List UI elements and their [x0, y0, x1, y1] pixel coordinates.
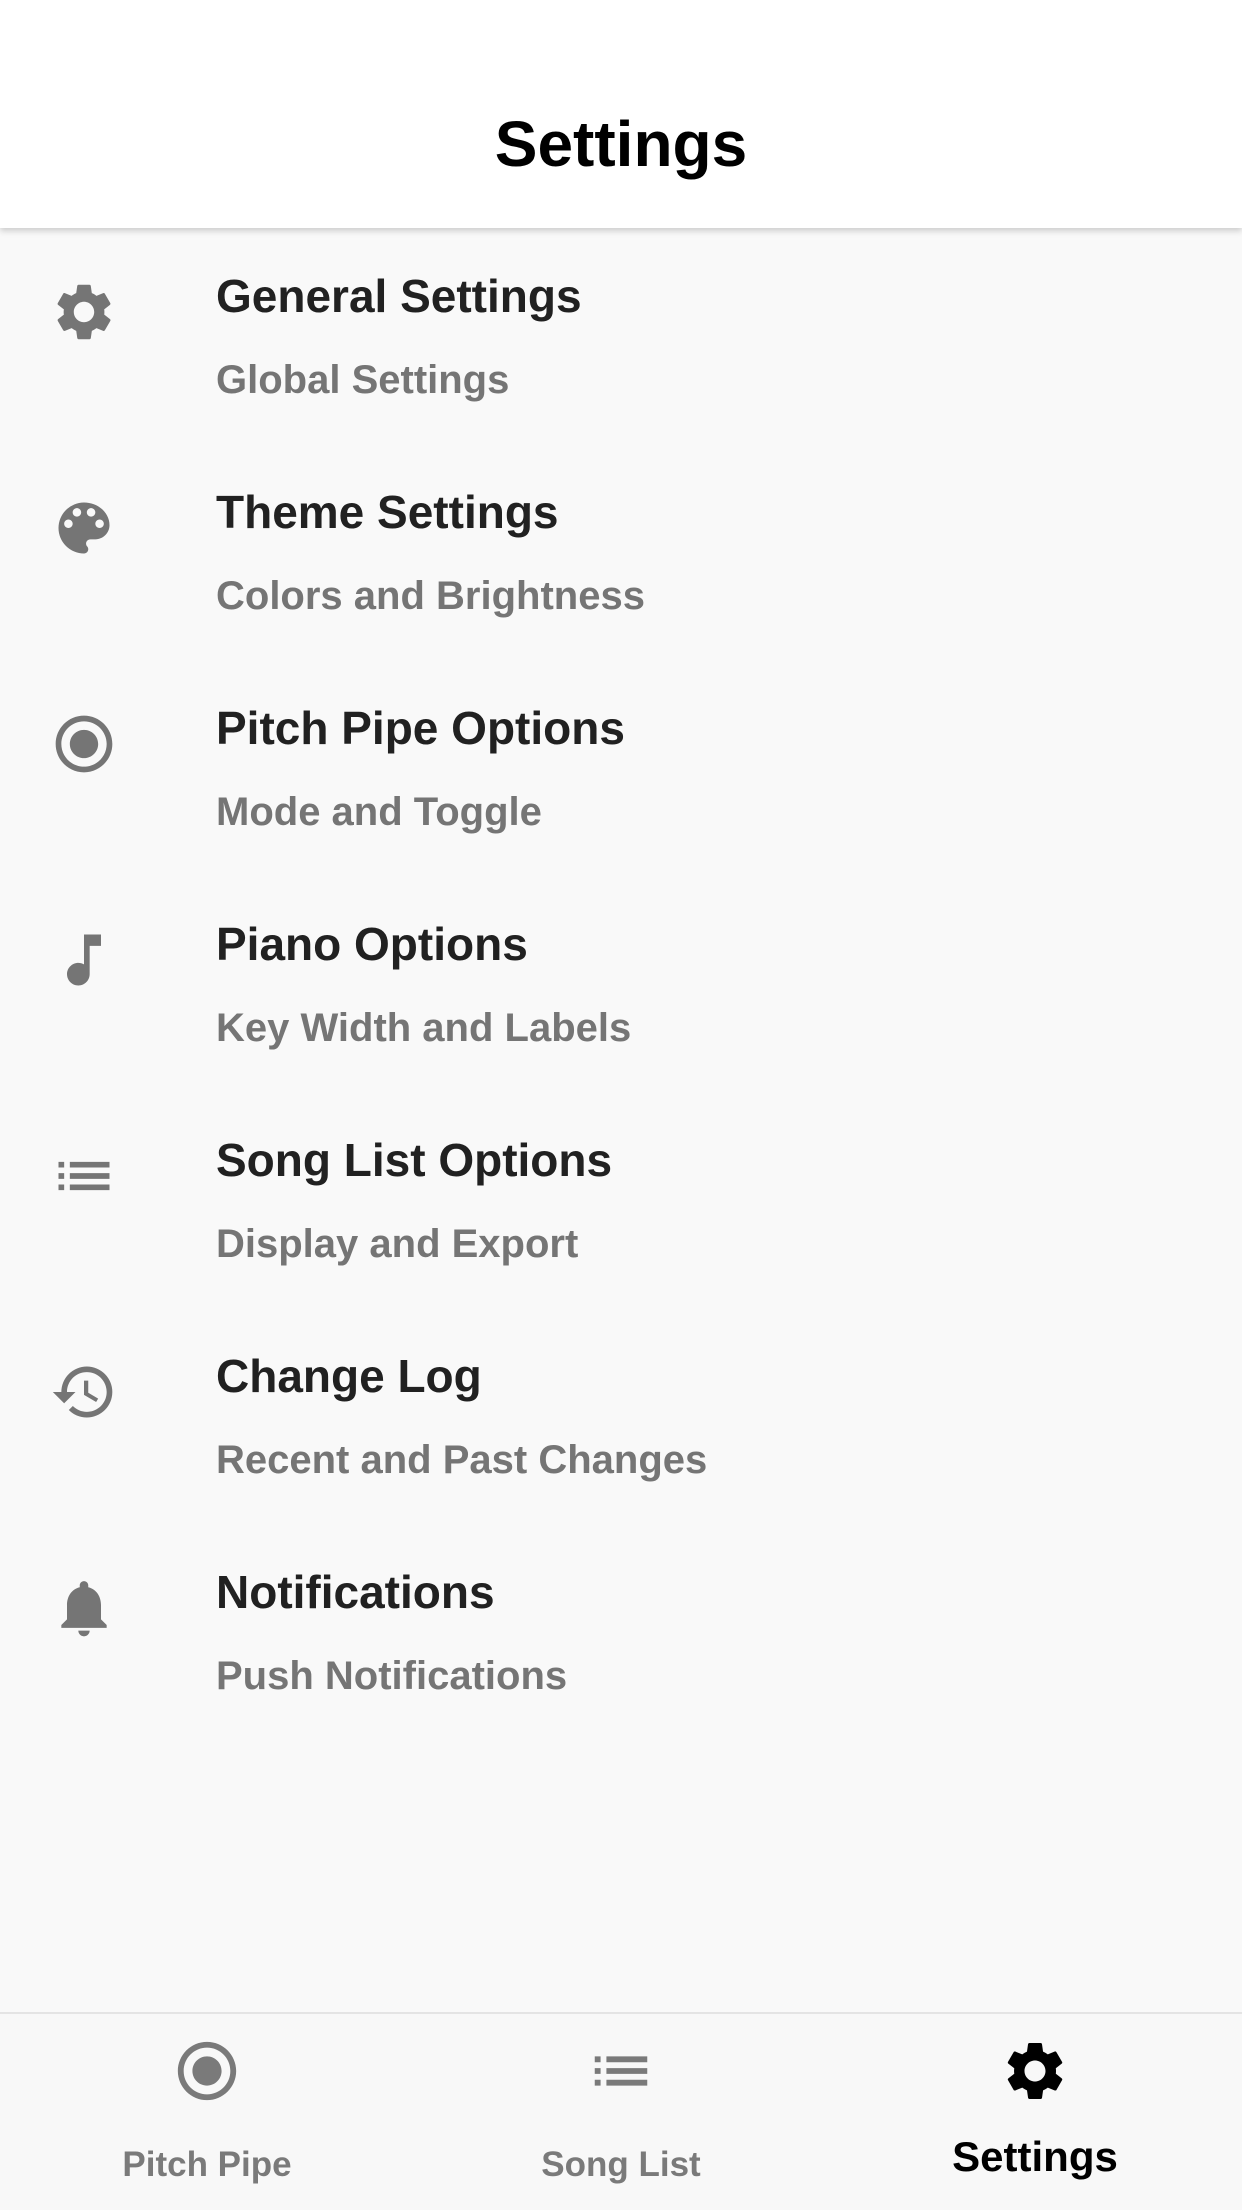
gear-icon [50, 278, 118, 346]
settings-item-song-list[interactable]: Song List Options Display and Export [0, 1092, 1242, 1308]
tab-label: Settings [952, 2133, 1118, 2180]
settings-item-title: Pitch Pipe Options [216, 702, 625, 754]
radio-button-icon [172, 2036, 242, 2106]
page-title: Settings [494, 108, 748, 180]
settings-item-theme[interactable]: Theme Settings Colors and Brightness [0, 444, 1242, 660]
settings-item-subtitle: Colors and Brightness [216, 574, 645, 618]
radio-button-icon [50, 710, 118, 778]
settings-item-pitch-pipe[interactable]: Pitch Pipe Options Mode and Toggle [0, 660, 1242, 876]
settings-item-notifications[interactable]: Notifications Push Notifications [0, 1524, 1242, 1740]
settings-item-subtitle: Push Notifications [216, 1654, 568, 1698]
settings-item-title: Theme Settings [216, 486, 559, 538]
history-icon [50, 1358, 118, 1426]
settings-item-title: Song List Options [216, 1134, 613, 1186]
palette-icon [50, 494, 118, 562]
music-note-icon [50, 926, 118, 994]
settings-item-title: General Settings [216, 270, 582, 322]
settings-list: General Settings Global Settings Theme S… [0, 228, 1242, 1740]
settings-item-subtitle: Mode and Toggle [216, 790, 542, 834]
tab-pitch-pipe[interactable]: Pitch Pipe [0, 2014, 414, 2210]
tab-label: Song List [541, 2145, 701, 2184]
bell-icon [50, 1574, 118, 1642]
bottom-tab-bar: Pitch Pipe Song List Settings [0, 2012, 1242, 2210]
gear-icon [1000, 2036, 1070, 2106]
settings-item-subtitle: Global Settings [216, 358, 510, 402]
list-icon [586, 2036, 656, 2106]
settings-item-subtitle: Key Width and Labels [216, 1006, 632, 1050]
settings-item-general[interactable]: General Settings Global Settings [0, 228, 1242, 444]
settings-item-subtitle: Display and Export [216, 1222, 579, 1266]
tab-label: Pitch Pipe [122, 2145, 292, 2184]
settings-item-piano[interactable]: Piano Options Key Width and Labels [0, 876, 1242, 1092]
settings-item-subtitle: Recent and Past Changes [216, 1438, 708, 1482]
settings-item-title: Change Log [216, 1350, 482, 1402]
settings-item-title: Piano Options [216, 918, 528, 970]
app-header: Settings [0, 0, 1242, 228]
tab-settings[interactable]: Settings [828, 2014, 1242, 2210]
tab-song-list[interactable]: Song List [414, 2014, 828, 2210]
settings-item-change-log[interactable]: Change Log Recent and Past Changes [0, 1308, 1242, 1524]
list-icon [50, 1142, 118, 1210]
settings-item-title: Notifications [216, 1566, 495, 1618]
